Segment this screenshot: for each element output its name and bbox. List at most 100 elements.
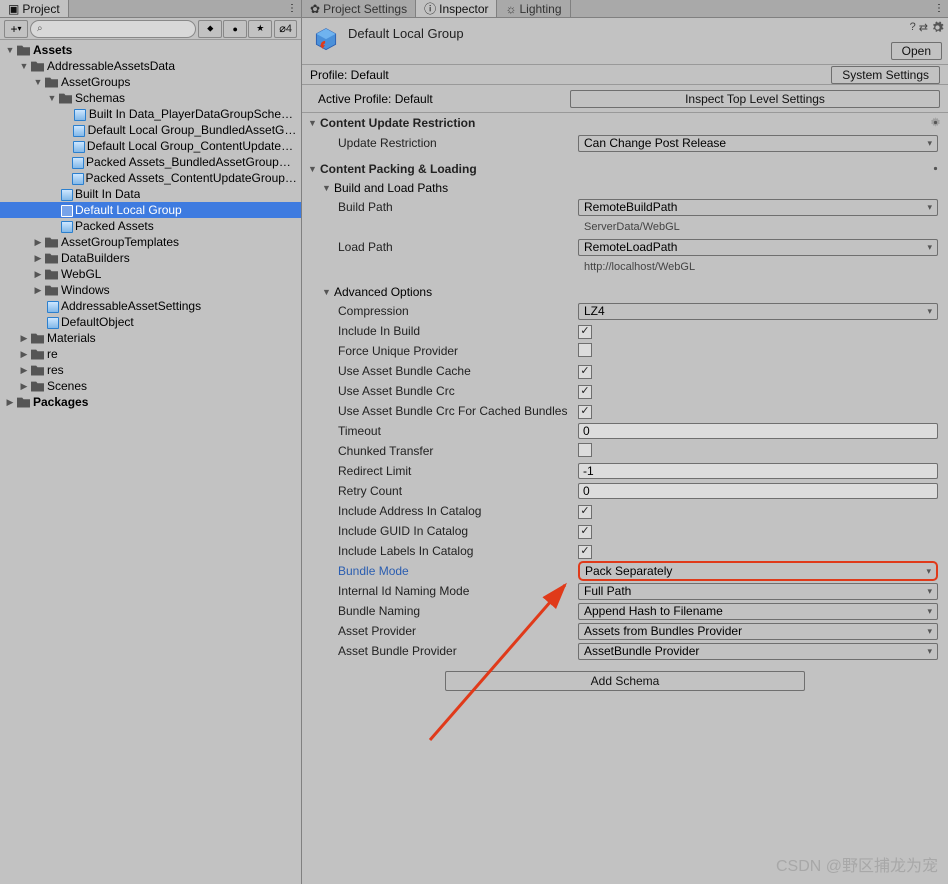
tree-item-label: Built In Data xyxy=(75,187,140,201)
tree-item[interactable]: ▶AssetGroupTemplates xyxy=(0,234,301,250)
section-content-packing-loading[interactable]: ▼ Content Packing & Loading xyxy=(302,159,948,179)
tree-item[interactable]: Packed Assets xyxy=(0,218,301,234)
dropdown[interactable]: Append Hash to Filename▾ xyxy=(578,603,938,620)
filter-type-button[interactable]: ● xyxy=(223,20,247,38)
checkbox[interactable] xyxy=(578,405,592,419)
foldout-icon: ▼ xyxy=(308,164,320,174)
tab-menu-icon[interactable]: ⋮ xyxy=(934,3,944,14)
checkbox[interactable] xyxy=(578,385,592,399)
prop-label: Internal Id Naming Mode xyxy=(338,584,572,598)
checkbox[interactable] xyxy=(578,365,592,379)
tree-item-label: Packed Assets_BundledAssetGroupSchema xyxy=(86,155,297,169)
inspect-top-level-button[interactable]: Inspect Top Level Settings xyxy=(570,90,940,108)
folder-icon xyxy=(30,363,45,378)
gear-icon[interactable] xyxy=(931,21,944,34)
foldout-icon xyxy=(60,172,70,184)
dropdown[interactable]: Full Path▾ xyxy=(578,583,938,600)
prop-label: Include In Build xyxy=(338,324,572,338)
project-tree[interactable]: ▼Assets▼AddressableAssetsData▼AssetGroup… xyxy=(0,40,301,884)
foldout-icon: ▼ xyxy=(18,60,30,72)
subsection-advanced-options[interactable]: ▼ Advanced Options xyxy=(302,283,948,301)
filter-label-button[interactable]: ★ xyxy=(248,20,272,38)
system-settings-button[interactable]: System Settings xyxy=(831,66,940,84)
help-icon[interactable]: ? xyxy=(910,21,916,34)
tree-item[interactable]: Default Local Group_ContentUpdateGroup xyxy=(0,138,301,154)
filter-favorite-button[interactable]: ⬥ xyxy=(198,20,222,38)
folder-icon xyxy=(44,75,59,90)
preset-icon[interactable]: ⇄ xyxy=(919,21,928,34)
tab-inspector[interactable]: ⓘ Inspector xyxy=(416,0,497,17)
tree-item-label: Packed Assets_ContentUpdateGroupSchema xyxy=(85,171,297,185)
prop-label: Use Asset Bundle Crc For Cached Bundles xyxy=(338,404,572,418)
project-search[interactable]: ⌕ xyxy=(30,20,196,38)
folder-icon xyxy=(30,331,45,346)
subsection-title: Build and Load Paths xyxy=(334,181,448,195)
checkbox[interactable] xyxy=(578,525,592,539)
create-button[interactable]: +▾ xyxy=(4,20,28,38)
prop-row: Include Address In Catalog xyxy=(302,501,948,521)
tree-item[interactable]: Default Local Group xyxy=(0,202,301,218)
inspector-tab-bar: ✿ Project Settings ⓘ Inspector ☼ Lightin… xyxy=(302,0,948,18)
gear-icon[interactable] xyxy=(929,116,942,129)
tree-item-label: Default Local Group xyxy=(75,203,182,217)
load-path-dropdown[interactable]: RemoteLoadPath▾ xyxy=(578,239,938,256)
tab-project-settings[interactable]: ✿ Project Settings xyxy=(302,0,416,17)
search-input[interactable] xyxy=(47,23,190,35)
gear-icon: ✿ xyxy=(310,2,320,16)
dropdown[interactable]: Pack Separately▾ xyxy=(578,561,938,581)
text-input[interactable] xyxy=(578,423,938,439)
chevron-down-icon: ▾ xyxy=(927,306,932,317)
dropdown[interactable]: AssetBundle Provider▾ xyxy=(578,643,938,660)
tree-item[interactable]: ▶Windows xyxy=(0,282,301,298)
chevron-down-icon: ▾ xyxy=(927,242,932,253)
checkbox[interactable] xyxy=(578,343,592,357)
foldout-icon: ▶ xyxy=(4,396,16,408)
section-title: Content Packing & Loading xyxy=(320,162,477,176)
checkbox[interactable] xyxy=(578,443,592,457)
tree-item[interactable]: ▼Schemas xyxy=(0,90,301,106)
tree-item[interactable]: ▼Assets xyxy=(0,42,301,58)
tree-item[interactable]: Built In Data xyxy=(0,186,301,202)
tree-item[interactable]: Packed Assets_BundledAssetGroupSchema xyxy=(0,154,301,170)
tree-item[interactable]: AddressableAssetSettings xyxy=(0,298,301,314)
text-input[interactable] xyxy=(578,483,938,499)
checkbox[interactable] xyxy=(578,325,592,339)
gear-icon[interactable] xyxy=(929,162,942,175)
tree-item[interactable]: DefaultObject xyxy=(0,314,301,330)
tree-item[interactable]: Packed Assets_ContentUpdateGroupSchema xyxy=(0,170,301,186)
tree-item[interactable]: ▶WebGL xyxy=(0,266,301,282)
prop-load-path: Load Path RemoteLoadPath▾ xyxy=(302,237,948,257)
tree-item[interactable]: ▼AddressableAssetsData xyxy=(0,58,301,74)
tree-item[interactable]: ▶res xyxy=(0,362,301,378)
tree-item[interactable]: ▶Packages xyxy=(0,394,301,410)
section-content-update-restriction[interactable]: ▼ Content Update Restriction xyxy=(302,113,948,133)
checkbox[interactable] xyxy=(578,545,592,559)
build-path-dropdown[interactable]: RemoteBuildPath▾ xyxy=(578,199,938,216)
text-input[interactable] xyxy=(578,463,938,479)
tree-item[interactable]: ▶Materials xyxy=(0,330,301,346)
checkbox[interactable] xyxy=(578,505,592,519)
tree-item[interactable]: ▶Scenes xyxy=(0,378,301,394)
prop-label: Asset Provider xyxy=(338,624,572,638)
foldout-icon xyxy=(46,188,58,200)
tree-item[interactable]: ▶DataBuilders xyxy=(0,250,301,266)
dropdown[interactable]: LZ4▾ xyxy=(578,303,938,320)
foldout-icon xyxy=(60,124,71,136)
subsection-build-load-paths[interactable]: ▼ Build and Load Paths xyxy=(302,179,948,197)
folder-icon xyxy=(30,379,45,394)
tree-item[interactable]: Built In Data_PlayerDataGroupSchema xyxy=(0,106,301,122)
tree-item[interactable]: ▼AssetGroups xyxy=(0,74,301,90)
tab-lighting[interactable]: ☼ Lighting xyxy=(497,0,570,17)
tab-project[interactable]: ▣ Project xyxy=(0,0,69,17)
dropdown[interactable]: Assets from Bundles Provider▾ xyxy=(578,623,938,640)
prop-row: Bundle ModePack Separately▾ xyxy=(302,561,948,581)
update-restriction-dropdown[interactable]: Can Change Post Release▾ xyxy=(578,135,938,152)
open-button[interactable]: Open xyxy=(891,42,942,60)
tab-menu-icon[interactable]: ⋮ xyxy=(287,3,297,14)
prop-label: Include Address In Catalog xyxy=(338,504,572,518)
add-schema-button[interactable]: Add Schema xyxy=(445,671,805,691)
tree-item[interactable]: ▶re xyxy=(0,346,301,362)
info-icon: ⓘ xyxy=(424,0,436,17)
hidden-toggle[interactable]: ⌀ 4 xyxy=(274,20,297,38)
tree-item[interactable]: Default Local Group_BundledAssetGroup xyxy=(0,122,301,138)
